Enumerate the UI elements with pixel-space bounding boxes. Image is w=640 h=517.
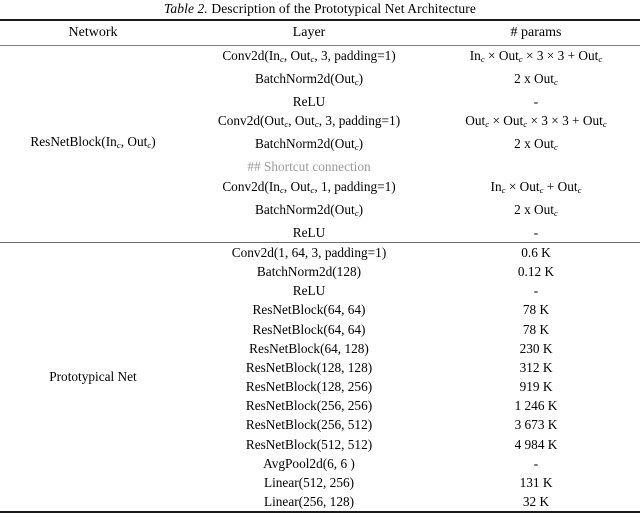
layer-cell: BatchNorm2d(Outc) [254,71,364,87]
layer-comment: ## Shortcut connection [247,159,371,175]
layer-cell: ResNetBlock(128, 128) [245,359,373,375]
params-cell: 2 x Outc [514,71,558,87]
network-name-cell: Prototypical Net [0,243,186,511]
layer-cell: Conv2d(Outc, Outc, 3, padding=1) [217,113,401,130]
layer-cell: ResNetBlock(256, 256) [245,398,373,414]
layer-cell: ResNetBlock(64, 64) [252,302,366,318]
table-row: ResNetBlock(Inc, Outc) Conv2d(Inc, Outc, … [0,46,640,150]
params-cell: Inc × Outc + Outc [490,178,582,195]
layer-cell: ResNetBlock(64, 128) [249,340,369,356]
layer-cell: Linear(512, 256) [263,474,355,490]
params-cell: 0.12 K [517,264,555,280]
layer-cell: ResNetBlock(64, 64) [252,321,366,337]
column-header-layer: Layer [292,25,326,40]
column-header-network: Network [68,25,118,40]
params-cell: 78 K [522,302,550,318]
layer-cell: AvgPool2d(6, 6 ) [263,455,355,471]
layer-cell: Linear(256, 128) [263,493,355,509]
params-cell [432,157,640,176]
layer-cell: BatchNorm2d(128) [256,264,362,280]
table-page: Table 2. Description of the Prototypical… [0,0,640,517]
table-caption: Table 2. Description of the Prototypical… [0,0,640,17]
table-row: Prototypical Net Conv2d(1, 64, 3, padding… [0,243,640,385]
layer-cell: Conv2d(Inc, Outc, 1, padding=1) [222,178,396,195]
params-cell: - [533,455,539,471]
params-cell: 2 x Outc [514,136,558,153]
layer-cell: Conv2d(Inc, Outc, 3, padding=1) [222,48,396,64]
table-section-resnetblock: ResNetBlock(Inc, Outc) Conv2d(Inc, Outc, … [0,46,640,242]
network-name: Prototypical Net [49,369,137,385]
params-cell: - [533,94,539,110]
caption-text: Description of the Prototypical Net Arch… [211,1,476,16]
table-section-prototypical-net: Prototypical Net Conv2d(1, 64, 3, padding… [0,243,640,511]
params-cell: 0.6 K [521,244,551,260]
layer-cell: Conv2d(1, 64, 3, padding=1) [231,244,387,260]
params-cell: 131 K [519,474,553,490]
column-header-params: # params [510,25,562,40]
layer-cell: ReLU [292,283,326,299]
params-cell: - [533,224,539,240]
caption-label: Table 2. [164,1,208,16]
params-cell: - [533,283,539,299]
params-cell: 919 K [519,379,553,395]
params-cell: Outc × Outc × 3 × 3 + Outc [465,113,607,130]
params-cell: 1 246 K [514,398,558,414]
layer-cell: ResNetBlock(512, 512) [245,436,373,452]
params-cell: 312 K [519,359,553,375]
network-name: ResNetBlock(Inc, Outc) [30,134,156,151]
params-cell: 2 x Outc [514,201,558,218]
layer-cell: BatchNorm2d(Outc) [254,201,364,218]
params-cell: 3 673 K [514,417,558,433]
params-cell: 78 K [522,321,550,337]
params-cell: 32 K [522,493,550,509]
layer-cell: ReLU [292,94,326,110]
layer-cell: BatchNorm2d(Outc) [254,136,364,153]
table-header: Network Layer # params [0,21,640,45]
header-row: Network Layer # params [0,21,640,45]
layer-cell: ResNetBlock(256, 512) [245,417,373,433]
params-cell: 230 K [519,340,553,356]
layer-cell: ReLU [292,224,326,240]
layer-cell: ResNetBlock(128, 256) [245,379,373,395]
table-bottom-rule [0,511,640,514]
network-name-cell: ResNetBlock(Inc, Outc) [0,46,186,242]
params-cell: 4 984 K [514,436,558,452]
params-cell: Inc × Outc × 3 × 3 + Outc [469,48,603,64]
